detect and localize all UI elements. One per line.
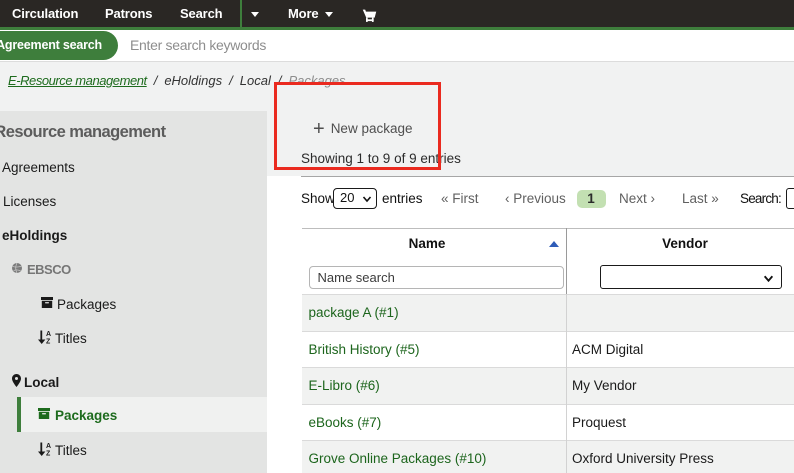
svg-text:Z: Z xyxy=(46,451,51,457)
svg-text:Z: Z xyxy=(46,339,51,345)
svg-text:A: A xyxy=(46,331,51,338)
svg-text:A: A xyxy=(46,443,51,450)
